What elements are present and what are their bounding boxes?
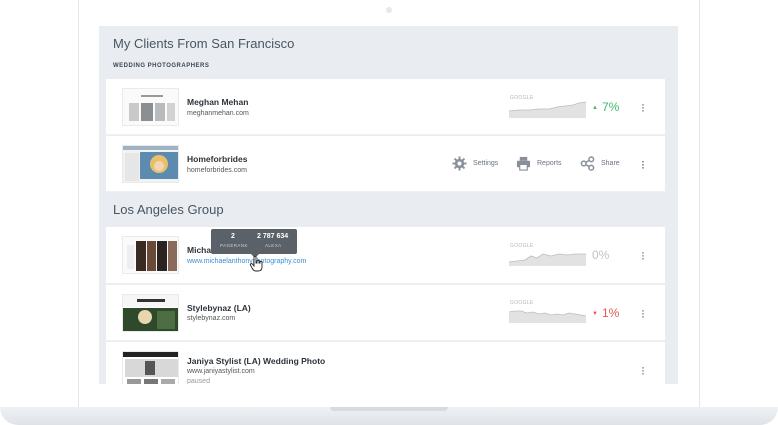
client-name[interactable]: Micha: [187, 245, 211, 255]
site-thumbnail: [122, 88, 179, 126]
status-badge: paused: [187, 378, 210, 384]
printer-icon: [516, 156, 531, 171]
kebab-icon[interactable]: · · ·: [640, 361, 646, 379]
arrow-up-icon: ▲: [592, 105, 598, 111]
reports-button[interactable]: Reports: [516, 156, 562, 171]
alexa-label: ALEXA: [265, 243, 282, 248]
percent-value: 1%: [601, 306, 620, 320]
client-url-link[interactable]: www.michaelanthonyphotography.com: [187, 258, 306, 265]
client-row[interactable]: Stylebynaz (LA) stylebynaz.com GOOGLE ▼ 1…: [106, 285, 665, 341]
pagerank-label: PAGERANK: [220, 243, 248, 248]
settings-button[interactable]: Settings: [452, 156, 498, 171]
arrow-down-icon: ▼: [592, 311, 598, 317]
client-name[interactable]: Homeforbrides: [187, 154, 247, 164]
client-url[interactable]: meghanmehan.com: [187, 110, 249, 117]
camera-dot: [386, 7, 392, 13]
site-thumbnail: [122, 236, 179, 274]
group-title: Los Angeles Group: [113, 202, 224, 217]
client-url[interactable]: stylebynaz.com: [187, 315, 235, 322]
kebab-icon[interactable]: · · ·: [640, 155, 646, 173]
client-row[interactable]: Homeforbrides homeforbrides.com Settings: [106, 136, 665, 192]
share-icon: [580, 156, 595, 171]
client-url[interactable]: homeforbrides.com: [187, 167, 247, 174]
group-title: My Clients From San Francisco: [113, 36, 295, 51]
group-subtitle: WEDDING PHOTOGRAPHERS: [113, 63, 210, 69]
reports-label: Reports: [537, 160, 562, 167]
percent-value: 7%: [601, 100, 620, 114]
sparkline-chart: [509, 253, 586, 266]
percent-value: 0%: [592, 248, 610, 262]
trend-percent: ▼ 1%: [592, 306, 619, 320]
client-row[interactable]: Janiya Stylist (LA) Wedding Photo www.ja…: [106, 342, 665, 384]
client-url[interactable]: www.janiyastylist.com: [187, 368, 255, 375]
kebab-icon[interactable]: · · ·: [640, 304, 646, 322]
client-row[interactable]: Micha www.michaelanthonyphotography.com …: [106, 227, 665, 284]
laptop-notch: [330, 407, 448, 411]
pagerank-value: 2: [231, 233, 235, 240]
kebab-icon[interactable]: · · ·: [640, 98, 646, 116]
settings-label: Settings: [473, 160, 499, 167]
client-name[interactable]: Stylebynaz (LA): [187, 303, 251, 313]
stats-tooltip: 2 PAGERANK 2 787 634 ALEXA: [211, 229, 297, 258]
client-name[interactable]: Meghan Mehan: [187, 97, 248, 107]
share-label: Share: [601, 160, 620, 167]
kebab-icon[interactable]: · · ·: [640, 246, 646, 264]
client-name[interactable]: Janiya Stylist (LA) Wedding Photo: [187, 356, 325, 366]
app-screen: My Clients From San Francisco WEDDING PH…: [99, 26, 678, 384]
share-button[interactable]: Share: [580, 156, 620, 171]
site-thumbnail: [122, 294, 179, 332]
client-row[interactable]: Meghan Mehan meghanmehan.com GOOGLE ▲ 7% …: [106, 79, 665, 135]
site-thumbnail: [122, 351, 179, 384]
alexa-value: 2 787 634: [257, 233, 289, 240]
sparkline-chart: [509, 101, 586, 118]
hand-cursor-icon: [250, 256, 263, 272]
site-thumbnail: [122, 145, 179, 183]
trend-percent: ▲ 7%: [592, 100, 619, 114]
sparkline-chart: [509, 310, 586, 323]
gear-icon: [452, 156, 467, 171]
